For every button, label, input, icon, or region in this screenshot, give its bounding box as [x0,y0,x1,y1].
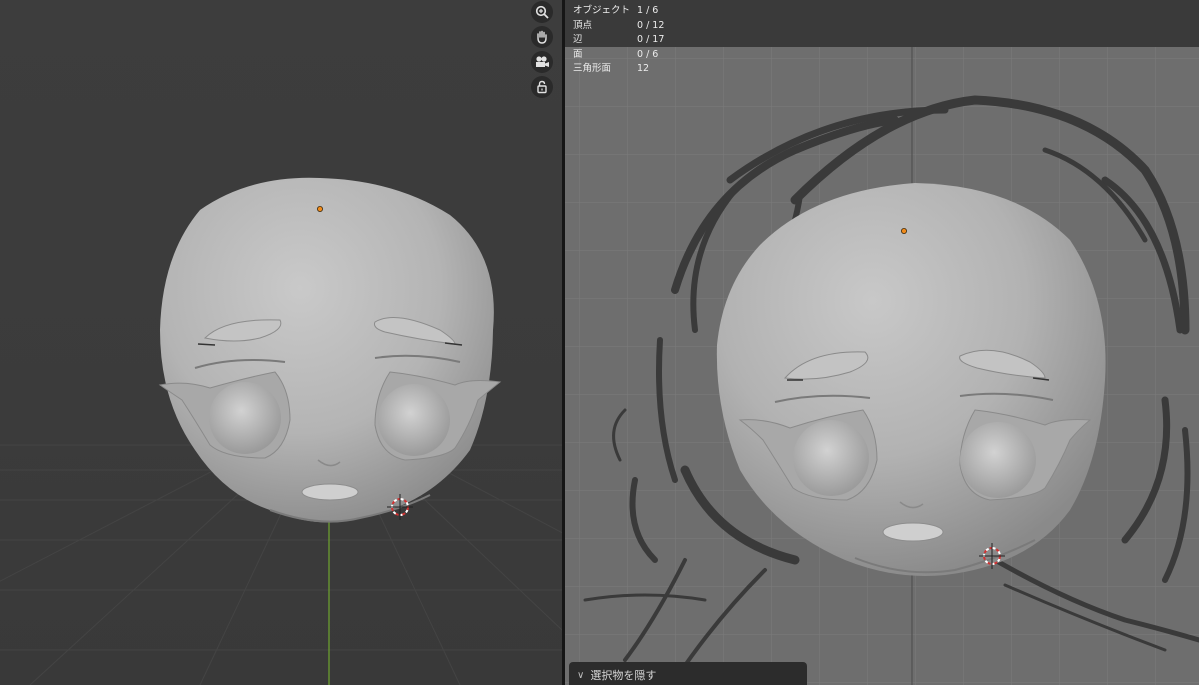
stat-value: 0 / 12 [637,19,665,31]
camera-icon[interactable] [531,51,553,73]
stat-label: 頂点 [573,19,593,31]
viewport-right-scene [565,47,1199,685]
hide-selected-label: 選択物を隠す [590,669,657,682]
viewport-left-scene [0,177,562,685]
stat-value: 12 [637,63,650,74]
stat-label: 面 [573,48,583,60]
stat-row-triangles: 三角形面 12 [573,62,664,77]
origin-dot-right [900,227,907,234]
stat-row-edges: 辺 0 / 17 [573,33,664,48]
stat-row-vertices: 頂点 0 / 12 [573,19,664,34]
lock-icon[interactable] [531,76,553,98]
viewport-left[interactable] [0,0,562,685]
zoom-icon[interactable] [531,1,553,23]
stat-label: 三角形面 [573,63,612,74]
hide-selected-panel[interactable]: ∨ 選択物を隠す [569,662,807,685]
hand-pan-icon[interactable] [531,26,553,48]
stat-label: オブジェクト [573,5,631,16]
stat-row-faces: 面 0 / 6 [573,48,664,63]
chevron-down-icon[interactable]: ∨ [577,670,584,681]
head-model-left [158,177,502,523]
viewport-right[interactable]: オブジェクト 1 / 6 頂点 0 / 12 辺 0 / 17 面 0 / 6 … [565,0,1199,685]
stats-overlay: オブジェクト 1 / 6 頂点 0 / 12 辺 0 / 17 面 0 / 6 … [573,4,664,77]
stat-row-objects: オブジェクト 1 / 6 [573,4,664,19]
stat-value: 1 / 6 [637,5,659,16]
origin-dot [316,205,323,212]
stat-value: 0 / 17 [637,34,665,45]
stat-label: 辺 [573,34,583,45]
stat-value: 0 / 6 [637,48,659,60]
